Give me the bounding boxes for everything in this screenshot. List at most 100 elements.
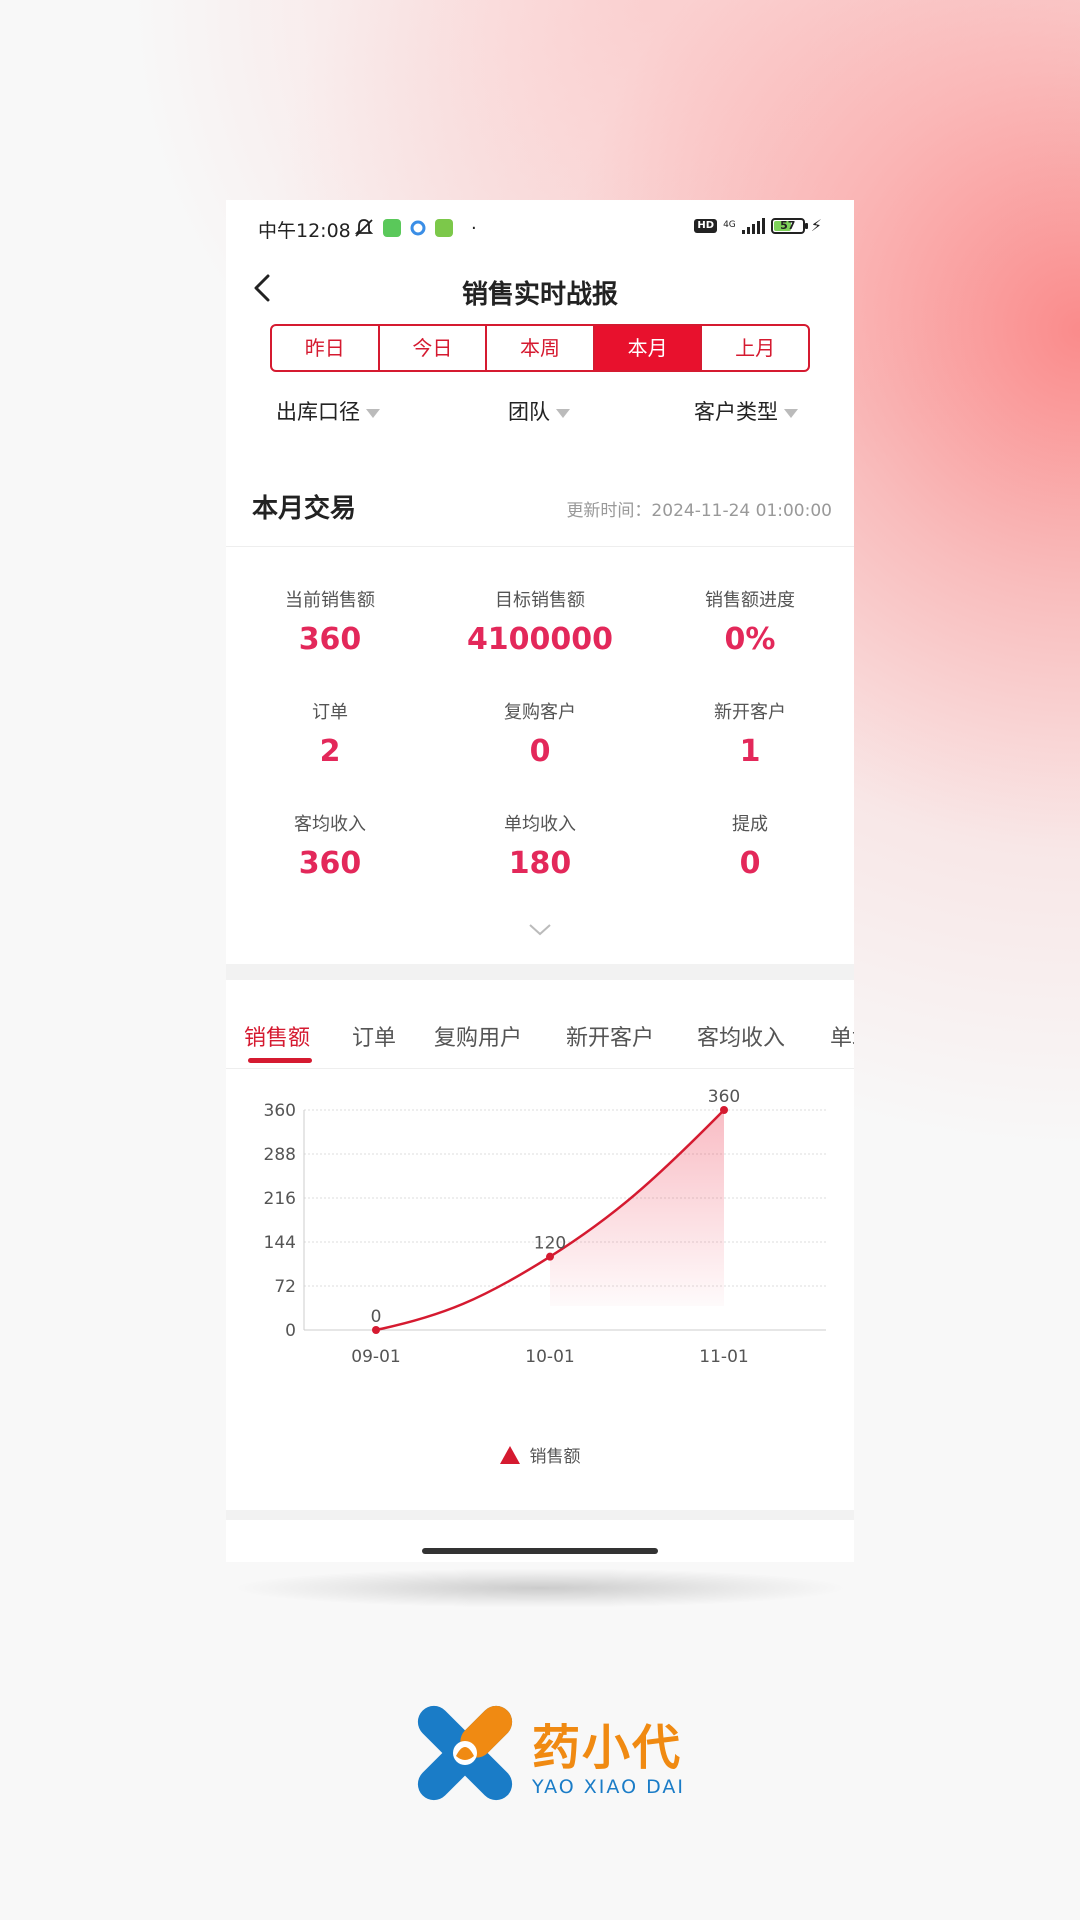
yaoxiaodai-logo-icon: [417, 1705, 513, 1801]
metric-label: 单均收入: [504, 814, 576, 835]
mute-bell-icon: [354, 219, 374, 237]
data-label: 360: [708, 1087, 740, 1107]
download-app-icon: [435, 219, 453, 237]
y-tick-label: 72: [274, 1277, 296, 1297]
y-tick-label: 216: [264, 1189, 296, 1209]
filter-team[interactable]: 团队: [508, 396, 570, 426]
sales-chart: 0 72 144 216 288 360 09-01 10-01 11-01 0 120 360: [226, 1080, 854, 1480]
filter-label: 出库口径: [276, 400, 360, 424]
y-tick-label: 0: [285, 1321, 296, 1341]
metric-label: 提成: [732, 814, 768, 835]
charging-icon: ⚡: [810, 216, 822, 235]
metric-revenue-per-order[interactable]: 单均收入 180: [440, 810, 640, 881]
status-system-icons: HD 4G 57 ⚡: [694, 216, 822, 235]
caret-down-icon: [366, 408, 380, 418]
x-tick-label: 10-01: [525, 1347, 574, 1367]
network-type: 4G: [723, 220, 736, 230]
filter-label: 客户类型: [694, 400, 778, 424]
x-tick-label: 11-01: [699, 1347, 748, 1367]
data-point: [372, 1326, 380, 1334]
active-tab-indicator: [248, 1058, 312, 1063]
metric-repeat-customers[interactable]: 复购客户 0: [440, 698, 640, 769]
metric-label: 目标销售额: [495, 590, 585, 611]
chart-card: 销售额 订单 复购用户 新开客户 客均收入 单均收入 0 72 144 216 288 3…: [226, 980, 854, 1510]
tab-orders[interactable]: 订单: [352, 1020, 396, 1052]
metric-label: 新开客户: [714, 702, 786, 723]
update-time: 更新时间：2024-11-24 01:00:00: [566, 501, 832, 521]
status-notification-icons: ·: [353, 217, 477, 239]
x-tick-label: 09-01: [351, 1347, 400, 1367]
bottom-strip: [226, 1520, 854, 1562]
filter-bar: 出库口径 团队 客户类型: [226, 396, 854, 446]
y-tick-label: 144: [264, 1233, 296, 1253]
filter-outbound-basis[interactable]: 出库口径: [276, 396, 380, 426]
metric-value: 4100000: [466, 622, 614, 657]
signal-icon: [741, 217, 765, 234]
tab-revenue-per-order[interactable]: 单均收入: [830, 1020, 854, 1052]
metric-revenue-per-customer[interactable]: 客均收入 360: [230, 810, 430, 881]
divider: [226, 1068, 854, 1069]
filter-label: 团队: [508, 400, 550, 424]
metric-label: 订单: [312, 702, 348, 723]
metric-sales-progress[interactable]: 销售额进度 0%: [650, 586, 850, 657]
caret-down-icon: [556, 408, 570, 418]
tab-revenue-per-customer[interactable]: 客均收入: [697, 1020, 785, 1052]
home-indicator[interactable]: [422, 1548, 658, 1554]
summary-card: 本月交易 更新时间：2024-11-24 01:00:00 当前销售额 360 …: [226, 466, 854, 964]
metric-value: 2: [319, 734, 341, 769]
period-tab-yesterday[interactable]: 昨日: [272, 326, 380, 370]
metric-commission[interactable]: 提成 0: [650, 810, 850, 881]
metric-label: 销售额进度: [705, 590, 795, 611]
legend-label: 销售额: [529, 1447, 581, 1467]
phone-shadow: [230, 1568, 850, 1608]
metric-value: 180: [508, 846, 572, 881]
battery-icon: 57: [770, 217, 808, 234]
brand-name-en: YAO XIAO DAI: [532, 1776, 685, 1798]
metric-label: 复购客户: [504, 702, 576, 723]
metric-value: 360: [298, 846, 362, 881]
period-tab-this-month[interactable]: 本月: [594, 326, 703, 370]
metric-tabs: 销售额 订单 复购用户 新开客户 客均收入 单均收入: [226, 980, 854, 1068]
metric-value: 360: [298, 622, 362, 657]
area-fill: [550, 1110, 724, 1306]
metric-target-sales[interactable]: 目标销售额 4100000: [440, 586, 640, 657]
y-tick-label: 288: [264, 1145, 296, 1165]
metric-current-sales[interactable]: 当前销售额 360: [230, 586, 430, 657]
brand-name-cn: 药小代: [532, 1720, 683, 1776]
divider: [226, 546, 854, 547]
hd-badge: HD: [694, 218, 718, 233]
metric-label: 当前销售额: [285, 590, 375, 611]
period-tab-this-week[interactable]: 本周: [487, 326, 595, 370]
metric-value: 0: [739, 846, 761, 881]
metric-new-customers[interactable]: 新开客户 1: [650, 698, 850, 769]
chart-legend[interactable]: 销售额: [226, 1442, 854, 1467]
metric-value: 1: [739, 734, 761, 769]
tab-new-customers[interactable]: 新开客户: [566, 1020, 654, 1052]
data-label: 0: [371, 1307, 382, 1327]
legend-triangle-icon: [499, 1446, 520, 1464]
metric-value: 0: [529, 734, 551, 769]
summary-title: 本月交易: [252, 494, 357, 524]
phone-screen: 中午12:08 · HD 4G 57 ⚡ 销售实时战报 昨日 今日 本周 本月 …: [226, 200, 854, 1562]
period-selector: 昨日 今日 本周 本月 上月: [270, 324, 810, 372]
sales-chart-svg: 0 72 144 216 288 360 09-01 10-01 11-01 0 120 360: [264, 1087, 826, 1367]
data-point: [720, 1106, 728, 1114]
battery-level: 57: [780, 218, 796, 232]
caret-down-icon: [784, 408, 798, 418]
metric-label: 客均收入: [294, 814, 366, 835]
data-label: 120: [534, 1234, 566, 1254]
status-bar: 中午12:08 · HD 4G 57 ⚡: [226, 200, 854, 256]
metric-value: 0%: [724, 622, 776, 657]
tab-sales[interactable]: 销售额: [244, 1020, 310, 1052]
page-title: 销售实时战报: [461, 280, 618, 310]
data-point: [546, 1252, 554, 1261]
period-tab-last-month[interactable]: 上月: [702, 326, 808, 370]
expand-chevron-down-icon[interactable]: [528, 922, 552, 938]
status-dot: ·: [471, 217, 477, 239]
status-time: 中午12:08: [258, 220, 351, 242]
filter-customer-type[interactable]: 客户类型: [694, 396, 798, 426]
metric-orders[interactable]: 订单 2: [230, 698, 430, 769]
app-notification-icon-green: [383, 219, 401, 237]
tab-repeat-users[interactable]: 复购用户: [434, 1020, 522, 1052]
period-tab-today[interactable]: 今日: [380, 326, 488, 370]
